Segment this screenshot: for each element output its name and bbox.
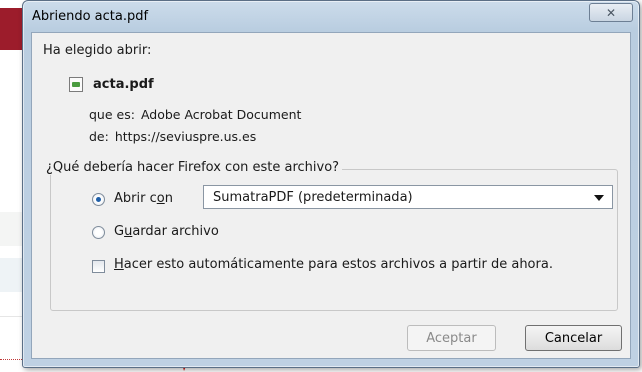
dialog-titlebar[interactable]: Abriendo acta.pdf ✕ (23, 1, 639, 33)
close-icon: ✕ (605, 5, 617, 20)
file-type-line: que es: Adobe Acrobat Document (89, 107, 301, 122)
dialog-content: Ha elegido abrir: acta.pdf que es: Adobe … (31, 32, 631, 359)
cancel-button[interactable]: Cancelar (525, 325, 622, 351)
background-page-banner (0, 8, 22, 50)
open-with-label[interactable]: Abrir con (114, 191, 173, 206)
file-name: acta.pdf (93, 77, 154, 92)
document-icon (69, 77, 83, 92)
save-file-label[interactable]: Guardar archivo (114, 224, 219, 239)
application-select-value: SumatraPDF (predeterminada) (213, 189, 413, 205)
auto-action-checkbox[interactable] (92, 260, 105, 273)
action-group-legend: ¿Qué debería hacer Firefox con este arch… (43, 160, 343, 175)
chevron-down-icon (594, 195, 604, 201)
dialog-heading: Ha elegido abrir: (43, 43, 152, 58)
file-source-label: de: (89, 129, 109, 144)
file-open-dialog: Abriendo acta.pdf ✕ Ha elegido abrir: ac… (22, 0, 640, 368)
file-info: acta.pdf (69, 77, 154, 92)
application-select[interactable]: SumatraPDF (predeterminada) (203, 185, 613, 209)
open-with-radio[interactable] (92, 193, 105, 206)
auto-action-label[interactable]: Hacer esto automáticamente para estos ar… (114, 257, 553, 272)
file-type-value: Adobe Acrobat Document (140, 107, 302, 122)
background-page-strip (0, 258, 24, 292)
dialog-title: Abriendo acta.pdf (32, 9, 149, 24)
accept-button[interactable]: Aceptar (407, 325, 496, 351)
file-type-label: que es: (89, 107, 135, 122)
save-file-radio[interactable] (92, 226, 105, 239)
background-page-strip (0, 316, 24, 335)
close-button[interactable]: ✕ (589, 3, 633, 22)
file-source-line: de: https://seviuspre.us.es (89, 129, 256, 144)
action-group: ¿Qué debería hacer Firefox con este arch… (43, 160, 618, 311)
background-page-strip (0, 212, 24, 246)
file-source-value: https://seviuspre.us.es (114, 129, 257, 144)
